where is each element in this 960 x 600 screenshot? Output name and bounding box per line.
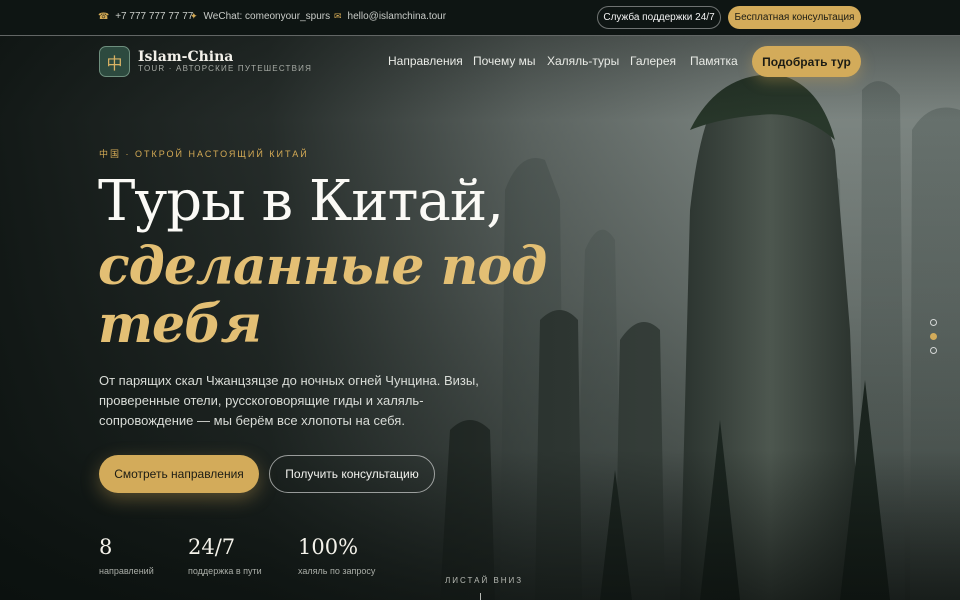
- pick-tour-button[interactable]: Подобрать тур: [752, 46, 861, 77]
- stat-value-halal: 100%: [298, 535, 359, 559]
- nav-item-halal-tours[interactable]: Халяль-туры: [547, 54, 619, 68]
- get-consultation-button[interactable]: Получить консультацию: [269, 455, 435, 493]
- stat-value-destinations: 8: [99, 535, 113, 559]
- logo-name[interactable]: Islam-China: [138, 49, 233, 65]
- scroll-down-line: [480, 593, 481, 600]
- stat-label-destinations: направлений: [99, 566, 154, 576]
- view-destinations-button[interactable]: Смотреть направления: [99, 455, 259, 493]
- logo-icon[interactable]: 中: [99, 46, 130, 77]
- nav-item-gallery[interactable]: Галерея: [630, 54, 676, 68]
- slide-dot-2[interactable]: [930, 333, 937, 340]
- top-bar: ☎ +7 777 777 77 77 ✦ WeChat: comeonyour_…: [0, 0, 960, 36]
- stat-label-halal: халяль по запросу: [298, 566, 376, 576]
- sparkle-icon: ✦: [190, 11, 198, 21]
- phone-text: +7 777 777 77 77: [115, 11, 194, 22]
- hero-title-line1: Туры в Китай,: [98, 169, 504, 234]
- nav-item-memo[interactable]: Памятка: [690, 54, 738, 68]
- email-text: hello@islamchina.tour: [347, 11, 447, 22]
- support-button[interactable]: Служба поддержки 24/7: [597, 6, 721, 29]
- logo-tagline: TOUR · АВТОРСКИЕ ПУТЕШЕСТВИЯ: [138, 64, 313, 73]
- stat-value-support: 24/7: [188, 535, 236, 559]
- email-link[interactable]: ✉ hello@islamchina.tour: [334, 11, 446, 22]
- scroll-down-hint[interactable]: ЛИСТАЙ ВНИЗ: [445, 576, 523, 585]
- wechat-link[interactable]: ✦ WeChat: comeonyour_spurs: [190, 11, 330, 22]
- slide-dot-1[interactable]: [930, 319, 937, 326]
- phone-icon: ☎: [98, 11, 110, 21]
- wechat-text: WeChat: comeonyour_spurs: [203, 11, 331, 22]
- hero-title-line3: тебя: [98, 294, 262, 355]
- nav-item-destinations[interactable]: Направления: [388, 54, 463, 68]
- hero-eyebrow: 中国 · ОТКРОЙ НАСТОЯЩИЙ КИТАЙ: [99, 149, 309, 159]
- stat-label-support: поддержка в пути: [188, 566, 262, 576]
- hero-title-line2: сделанные под: [98, 236, 547, 297]
- nav-item-why-us[interactable]: Почему мы: [473, 54, 536, 68]
- free-consultation-button[interactable]: Бесплатная консультация: [728, 6, 861, 29]
- phone-link[interactable]: ☎ +7 777 777 77 77: [98, 11, 193, 22]
- slide-dot-3[interactable]: [930, 347, 937, 354]
- hero-lead-text: От парящих скал Чжанцзяцзе до ночных огн…: [99, 373, 479, 428]
- mail-icon: ✉: [334, 11, 342, 21]
